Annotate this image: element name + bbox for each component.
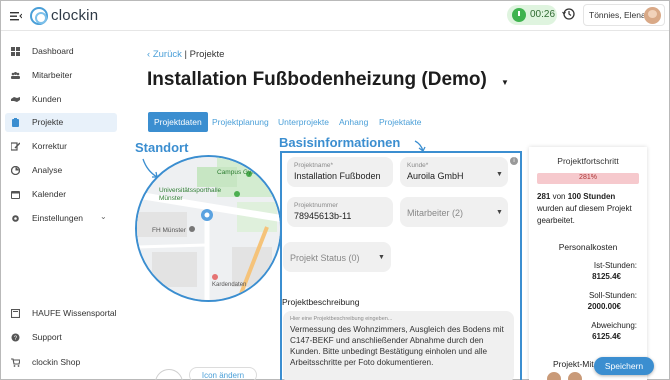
edit-icon [11,142,20,151]
hours-summary: 281 von 100 Stunden wurden auf diesem Pr… [537,192,632,225]
menu-collapse-icon[interactable] [10,10,23,22]
tab-projektakte[interactable]: Projektakte [379,112,422,132]
location-map[interactable]: Campus Gym M Universitätssporthalle Müns… [135,155,282,302]
chevron-down-icon: ⌄ [100,212,107,221]
dashboard-icon [11,47,20,56]
top-bar: clockin 00:26 Tönnies, Elena [1,1,669,31]
progress-title: Projektfortschritt [557,156,619,166]
tab-unterprojekte[interactable]: Unterprojekte [278,112,329,132]
basisinformationen-form: i Projektname* Installation Fußboden Kun… [280,151,522,380]
sidebar-item-label: Dashboard [32,46,74,56]
sidebar-item-label: HAUFE Wissensportal [32,308,117,318]
map-label: Kardendaten [212,282,247,288]
back-link[interactable]: ‹ Zurück [147,49,182,60]
sidebar-item-haufe[interactable]: HAUFE Wissensportal [5,304,117,323]
progress-percent: 281% [579,174,597,181]
personalkosten-title: Personalkosten [558,242,618,252]
tab-projektplanung[interactable]: Projektplanung [212,112,269,132]
app-name: clockin [51,7,99,24]
users-icon [11,72,20,79]
analytics-icon [11,166,20,175]
sidebar-item-kunden[interactable]: Kunden [5,90,117,109]
map-label: Campus Gym M [217,169,264,176]
sidebar-item-korrektur[interactable]: Korrektur [5,137,117,156]
caret-down-icon: ▼ [496,171,503,178]
basisinformationen-label: Basisinformationen [279,135,401,150]
sidebar-item-label: Einstellungen [32,213,84,223]
sidebar-item-label: Projekte [32,117,64,127]
sidebar-item-shop[interactable]: clockin Shop [5,353,117,372]
sidebar-item-label: clockin Shop [32,357,81,367]
avatar [546,371,562,380]
abweichung-label: Abweichung: [591,321,637,330]
book-icon [11,309,20,318]
save-button[interactable]: Speichern [594,357,654,375]
handshake-icon [11,97,20,102]
tab-projektdaten[interactable]: Projektdaten [148,112,208,132]
sidebar-item-label: Mitarbeiter [32,70,73,80]
user-menu[interactable]: Tönnies, Elena [583,4,665,26]
help-icon: ? [11,333,20,342]
sidebar-item-label: Support [32,332,62,342]
projektname-value: Installation Fußboden [294,171,381,181]
timer-badge[interactable]: 00:26 [507,5,557,25]
abweichung-value: 6125.4€ [592,332,621,341]
projektbeschreibung-textarea[interactable]: Hier eine Projektbeschreibung eingeben..… [283,311,514,380]
project-icon-preview [155,369,183,380]
sidebar-item-label: Kunden [32,94,62,104]
sidebar-item-einstellungen[interactable]: Einstellungen ⌄ [5,209,117,228]
mitarbeiter-select[interactable]: Mitarbeiter (2) ▼ [400,197,508,227]
breadcrumb-current: Projekte [189,49,225,60]
info-icon[interactable]: i [510,157,518,165]
caret-down-icon[interactable]: ▼ [501,78,509,87]
page-title: Installation Fußbodenheizung (Demo) [147,69,487,90]
progress-bar: 281% [537,173,639,184]
sidebar-item-support[interactable]: ? Support [5,328,117,347]
sidebar: Dashboard Mitarbeiter Kunden Projekte Ko… [1,32,121,379]
projektfortschritt-card: Projektfortschritt 281% 281 von 100 Stun… [529,147,647,380]
history-icon[interactable] [562,7,576,21]
map-label: FH Münster [152,227,186,234]
soll-label: Soll-Stunden: [588,291,637,300]
clipboard-icon [12,118,19,127]
gear-icon [12,215,19,222]
calendar-icon [11,191,20,199]
sidebar-item-mitarbeiter[interactable]: Mitarbeiter [5,66,117,85]
caret-down-icon: ▼ [378,254,385,261]
change-icon-button[interactable]: Icon ändern [189,367,257,380]
sidebar-item-label: Korrektur [32,141,67,151]
caret-down-icon: ▼ [496,209,503,216]
sidebar-item-label: Kalender [32,189,67,199]
tab-anhang[interactable]: Anhang [339,112,368,132]
standort-label: Standort [135,140,189,155]
projektname-field[interactable]: Projektname* Installation Fußboden [287,157,393,187]
projektnummer-field[interactable]: Projektnummer 78945613b-11 [287,197,393,227]
sidebar-item-dashboard[interactable]: Dashboard [5,42,117,61]
clock-icon [512,8,526,22]
cart-icon [11,358,20,367]
ist-value: 8125.4€ [592,272,621,281]
soll-value: 2000.00€ [587,302,621,311]
sidebar-item-kalender[interactable]: Kalender [5,185,117,204]
projektnummer-value: 78945613b-11 [294,211,352,221]
avatar [567,371,583,380]
kunde-value: Auroila GmbH [407,171,464,181]
projekt-status-select[interactable]: Projekt Status (0) ▼ [283,242,391,272]
sidebar-item-label: Analyse [32,165,63,175]
timer-value: 00:26 [530,9,556,20]
sidebar-item-analyse[interactable]: Analyse [5,161,117,180]
map-label: Universitätssporthalle Münster [159,187,222,202]
ist-label: Ist-Stunden: [593,261,637,270]
kunde-select[interactable]: Kunde* Auroila GmbH ▼ [400,157,508,187]
team-title: Projekt-Mit [553,359,594,369]
projektbeschreibung-label: Projektbeschreibung [282,297,360,307]
sidebar-item-projekte[interactable]: Projekte [5,113,117,132]
avatar [644,7,661,24]
breadcrumb: ‹ Zurück | Projekte [147,49,225,60]
user-name: Tönnies, Elena [589,10,646,20]
clockin-logo-icon [30,7,48,25]
